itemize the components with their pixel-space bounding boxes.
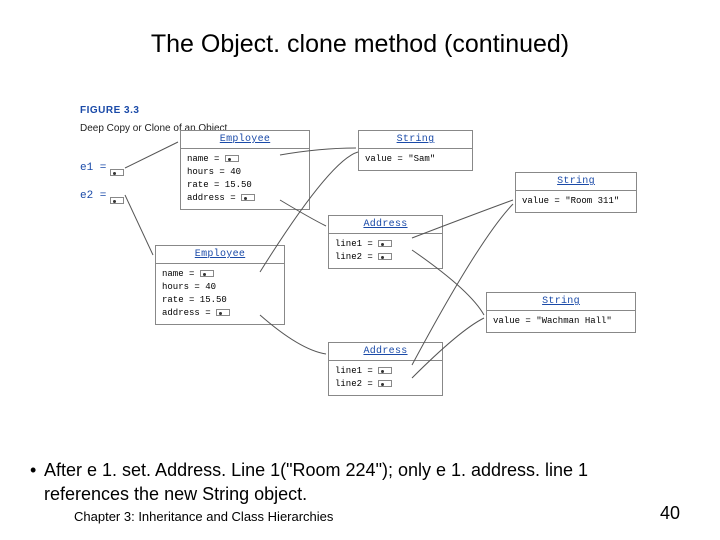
string-box-sam: String value = "Sam" bbox=[358, 130, 473, 171]
var-e2: e2 = bbox=[80, 190, 106, 202]
figure-label: FIGURE 3.3 bbox=[80, 105, 139, 116]
page-number: 40 bbox=[660, 503, 680, 524]
page-title: The Object. clone method (continued) bbox=[0, 30, 720, 59]
box-header: String bbox=[359, 131, 472, 149]
string-box-wachman: String value = "Wachman Hall" bbox=[486, 292, 636, 333]
employee-box-1: Employee name = hours = 40 rate = 15.50 … bbox=[180, 130, 310, 210]
field-value: value = "Sam" bbox=[365, 154, 435, 164]
field-value: value = "Wachman Hall" bbox=[493, 316, 612, 326]
field-hours: hours = 40 bbox=[162, 282, 216, 292]
box-header: Address bbox=[329, 343, 442, 361]
footer-chapter: Chapter 3: Inheritance and Class Hierarc… bbox=[74, 509, 333, 524]
box-header: Employee bbox=[181, 131, 309, 149]
bullet-text: • After e 1. set. Address. Line 1("Room … bbox=[44, 458, 660, 507]
field-value: value = "Room 311" bbox=[522, 196, 619, 206]
field-line1: line1 = bbox=[335, 366, 373, 376]
box-header: Employee bbox=[156, 246, 284, 264]
field-line2: line2 = bbox=[335, 252, 373, 262]
ref-icon bbox=[110, 164, 124, 182]
ref-icon bbox=[110, 192, 124, 210]
field-address: address = bbox=[162, 308, 211, 318]
box-header: Address bbox=[329, 216, 442, 234]
field-line2: line2 = bbox=[335, 379, 373, 389]
bullet-icon: • bbox=[30, 458, 36, 482]
bullet-content: After e 1. set. Address. Line 1("Room 22… bbox=[44, 460, 588, 504]
field-rate: rate = 15.50 bbox=[162, 295, 227, 305]
box-header: String bbox=[516, 173, 636, 191]
figure: FIGURE 3.3 Deep Copy or Clone of an Obje… bbox=[80, 100, 640, 430]
address-box-1: Address line1 = line2 = bbox=[328, 215, 443, 269]
field-address: address = bbox=[187, 193, 236, 203]
field-line1: line1 = bbox=[335, 239, 373, 249]
var-e1: e1 = bbox=[80, 162, 106, 174]
field-hours: hours = 40 bbox=[187, 167, 241, 177]
field-name: name = bbox=[187, 154, 219, 164]
address-box-2: Address line1 = line2 = bbox=[328, 342, 443, 396]
box-header: String bbox=[487, 293, 635, 311]
field-name: name = bbox=[162, 269, 194, 279]
string-box-room: String value = "Room 311" bbox=[515, 172, 637, 213]
field-rate: rate = 15.50 bbox=[187, 180, 252, 190]
employee-box-2: Employee name = hours = 40 rate = 15.50 … bbox=[155, 245, 285, 325]
